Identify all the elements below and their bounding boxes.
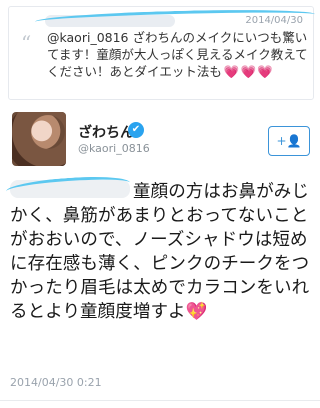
verified-badge-icon: ✔ xyxy=(128,122,144,138)
author-handle[interactable]: @kaori_0816 xyxy=(78,142,150,155)
author-display-name[interactable]: ざわちん xyxy=(78,122,134,142)
divider xyxy=(0,400,320,401)
reply-card[interactable]: 2014/04/30 “ @kaori_0816 ざわちんのメイクにいつも驚いて… xyxy=(8,6,316,100)
tweet-author: ざわちん ✔ @kaori_0816 +👤 xyxy=(0,106,320,172)
reply-date: 2014/04/30 xyxy=(245,15,303,26)
hearts-emoji: 💗💗💗 xyxy=(223,64,274,79)
avatar-photo xyxy=(12,112,66,166)
reply-text: @kaori_0816 ざわちんのメイクにいつも驚いてます！童顔が大人っぽく見え… xyxy=(47,30,308,79)
avatar[interactable] xyxy=(12,112,66,166)
tweet-timestamp: 2014/04/30 0:21 xyxy=(10,376,102,389)
follow-button[interactable]: +👤 xyxy=(268,126,310,156)
sparkling-heart-emoji: 💖 xyxy=(185,302,208,322)
quote-icon: “ xyxy=(21,31,32,55)
tweet-text: 童顔の方はお鼻がみじかく、鼻筋があまりとおってないことがおおいので、ノーズシャド… xyxy=(10,182,310,322)
